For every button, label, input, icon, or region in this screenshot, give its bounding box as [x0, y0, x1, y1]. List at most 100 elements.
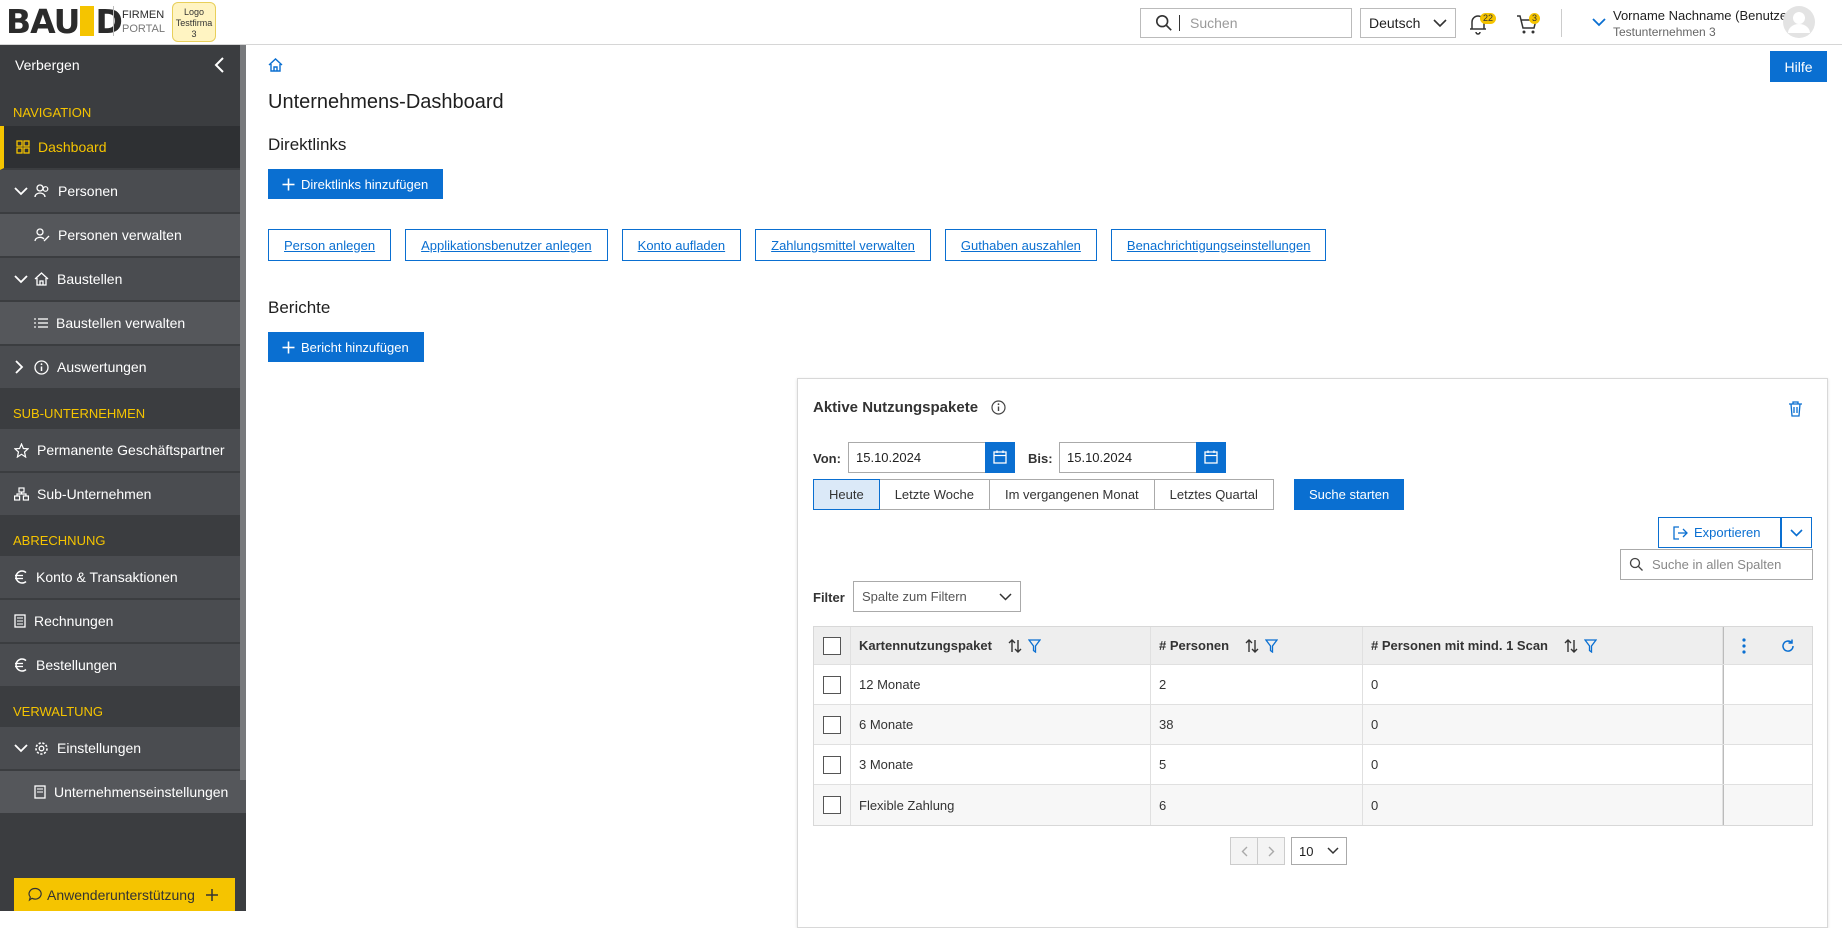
logo-divider: [113, 6, 114, 36]
to-date-value: 15.10.2024: [1067, 450, 1133, 465]
bauid-logo[interactable]: BAU D: [6, 2, 123, 41]
column-label: Kartennutzungspaket: [859, 638, 992, 653]
column-header-package[interactable]: Kartennutzungspaket: [851, 627, 1151, 664]
sidebar-item-label: Bestellungen: [36, 657, 117, 673]
sidebar-item-label: Personen: [58, 183, 118, 199]
sidebar-item-dashboard[interactable]: Dashboard: [0, 126, 246, 170]
gear-icon: [35, 741, 48, 755]
select-all-checkbox[interactable]: [823, 636, 841, 655]
page-size-select[interactable]: 10: [1291, 837, 1347, 865]
column-search[interactable]: [1620, 549, 1813, 580]
export-dropdown-button[interactable]: [1781, 517, 1812, 548]
quick-link-person-anlegen[interactable]: Person anlegen: [268, 229, 392, 261]
notification-badge: 22: [1480, 13, 1497, 24]
global-search[interactable]: [1140, 8, 1352, 38]
prev-page-button[interactable]: [1230, 837, 1258, 865]
hide-label: Verbergen: [15, 57, 80, 73]
table-row[interactable]: 6 Monate 38 0: [814, 705, 1812, 745]
page-size-value: 10: [1299, 843, 1314, 859]
row-checkbox[interactable]: [823, 675, 841, 694]
sidebar-item-company-settings[interactable]: Unternehmenseinstellungen: [0, 771, 246, 815]
quick-link-benachrichtigungen[interactable]: Benachrichtigungseinstellungen: [1110, 229, 1327, 261]
period-today[interactable]: Heute: [813, 479, 880, 510]
calendar-button[interactable]: [985, 441, 1015, 473]
sidebar-item-label: Rechnungen: [34, 613, 114, 629]
table-row[interactable]: Flexible Zahlung 6 0: [814, 785, 1812, 825]
sidebar-item-sites[interactable]: Baustellen: [0, 258, 246, 302]
top-header: BAUD FIRMEN PORTAL Logo Testfirma 3 Deut…: [0, 0, 1842, 45]
user-chevron-icon[interactable]: [1592, 18, 1606, 27]
period-last-week[interactable]: Letzte Woche: [878, 479, 990, 510]
filter-column-select[interactable]: Spalte zum Filtern: [853, 581, 1021, 612]
sidebar-item-settings[interactable]: Einstellungen: [0, 727, 246, 771]
help-button[interactable]: Hilfe: [1770, 51, 1827, 82]
add-report-button[interactable]: Bericht hinzufügen: [268, 332, 424, 362]
period-last-quarter[interactable]: Letztes Quartal: [1153, 479, 1274, 510]
section-sub-companies: SUB-UNTERNEHMEN: [13, 406, 146, 421]
from-date-input[interactable]: 15.10.2024: [848, 441, 1015, 473]
breadcrumb-home-icon[interactable]: [268, 58, 283, 72]
quick-link-guthaben[interactable]: Guthaben auszahlen: [944, 229, 1097, 261]
sidebar-item-partners[interactable]: Permanente Geschäftspartner: [0, 429, 246, 473]
chevron-down-icon: [999, 592, 1012, 601]
calendar-button[interactable]: [1196, 441, 1226, 473]
next-page-button[interactable]: [1257, 837, 1285, 865]
start-search-button[interactable]: Suche starten: [1294, 479, 1405, 510]
sidebar-item-label: Sub-Unternehmen: [37, 486, 152, 502]
sort-icon[interactable]: [1245, 638, 1259, 653]
cell-scanned: 0: [1363, 665, 1723, 704]
sidebar-item-sites-manage[interactable]: Baustellen verwalten: [0, 302, 246, 346]
quick-link-app-user[interactable]: Applikationsbenutzer anlegen: [405, 229, 608, 261]
search-input[interactable]: [1190, 15, 1330, 31]
column-header-persons[interactable]: # Personen: [1151, 627, 1363, 664]
user-name: Vorname Nachname (Benutzer): [1613, 8, 1796, 23]
filter-icon[interactable]: [1584, 638, 1597, 653]
sort-icon[interactable]: [1008, 638, 1022, 653]
row-checkbox[interactable]: [823, 796, 841, 814]
people-icon: [34, 184, 49, 198]
sidebar-item-persons-manage[interactable]: Personen verwalten: [0, 214, 246, 258]
chevron-down-icon: [1433, 18, 1447, 27]
section-admin: VERWALTUNG: [13, 704, 104, 719]
period-last-month[interactable]: Im vergangenen Monat: [988, 479, 1155, 510]
table-row[interactable]: 3 Monate 5 0: [814, 745, 1812, 785]
row-checkbox[interactable]: [823, 715, 841, 734]
column-search-input[interactable]: [1652, 557, 1802, 572]
search-icon: [1629, 557, 1643, 571]
sidebar-item-subcompanies[interactable]: Sub-Unternehmen: [0, 473, 246, 517]
sidebar-item-invoices[interactable]: Rechnungen: [0, 600, 246, 644]
user-menu[interactable]: Vorname Nachname (Benutzer) Testunterneh…: [1613, 7, 1796, 41]
sidebar-item-account[interactable]: Konto & Transaktionen: [0, 556, 246, 600]
support-button[interactable]: Anwenderunterstützung: [14, 878, 235, 911]
sidebar-hide-toggle[interactable]: Verbergen: [0, 45, 246, 85]
active-packages-widget: Aktive Nutzungspakete Von: 15.10.2024 Bi…: [797, 378, 1828, 928]
quick-link-konto-aufladen[interactable]: Konto aufladen: [621, 229, 742, 261]
language-select[interactable]: Deutsch: [1360, 8, 1456, 38]
add-direct-links-button[interactable]: Direktlinks hinzufügen: [268, 169, 444, 199]
more-vertical-icon[interactable]: [1741, 637, 1746, 654]
sort-icon[interactable]: [1564, 638, 1578, 653]
logo-text: BAU D: [6, 2, 123, 41]
table-row[interactable]: 12 Monate 2 0: [814, 665, 1812, 705]
cell-scanned: 0: [1363, 785, 1723, 825]
filter-icon[interactable]: [1265, 638, 1279, 653]
to-date-input[interactable]: 15.10.2024: [1059, 441, 1226, 473]
cell-actions: [1723, 705, 1812, 744]
filter-icon[interactable]: [1027, 638, 1041, 653]
trash-icon[interactable]: [1788, 401, 1803, 417]
info-icon[interactable]: [991, 400, 1006, 415]
button-label: Bericht hinzufügen: [301, 339, 409, 355]
quick-link-zahlungsmittel[interactable]: Zahlungsmittel verwalten: [755, 229, 931, 261]
sidebar-item-reports[interactable]: Auswertungen: [0, 346, 246, 390]
pagination: 10: [1230, 837, 1347, 865]
row-checkbox[interactable]: [823, 755, 841, 774]
refresh-icon[interactable]: [1781, 639, 1795, 653]
avatar[interactable]: [1782, 5, 1816, 39]
sidebar-item-orders[interactable]: Bestellungen: [0, 644, 246, 688]
page-title: Unternehmens-Dashboard: [268, 91, 504, 113]
export-button[interactable]: Exportieren: [1658, 517, 1781, 548]
cell-persons: 2: [1151, 665, 1363, 704]
chevron-down-icon: [1790, 528, 1803, 537]
column-header-scanned[interactable]: # Personen mit mind. 1 Scan: [1363, 627, 1723, 664]
sidebar-item-persons[interactable]: Personen: [0, 170, 246, 214]
